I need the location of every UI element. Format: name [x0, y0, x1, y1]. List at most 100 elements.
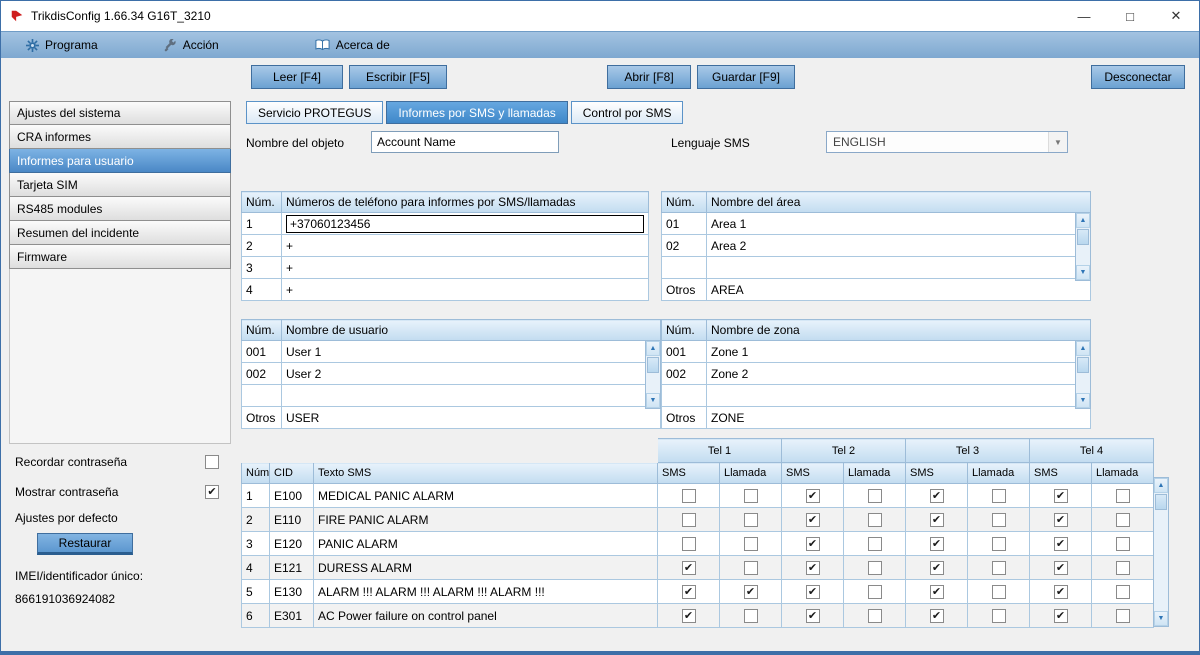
sidebar-item-ajustes-del-sistema[interactable]: Ajustes del sistema [9, 101, 231, 125]
row-value-cell[interactable]: Zone 1 [707, 341, 1091, 363]
checkbox-checked[interactable]: ✔ [806, 561, 820, 575]
restore-button[interactable]: Restaurar [37, 533, 133, 555]
close-icon[interactable]: ✕ [1153, 1, 1199, 31]
scroll-track[interactable] [1076, 228, 1090, 265]
checkbox-unchecked[interactable] [992, 585, 1006, 599]
events-scrollbar[interactable]: ▲ ▼ [1153, 477, 1169, 627]
scroll-up-icon[interactable]: ▲ [646, 341, 660, 356]
users-scrollbar[interactable]: ▲ ▼ [645, 340, 661, 409]
row-value-cell[interactable]: User 2 [282, 363, 661, 385]
maximize-icon[interactable]: □ [1107, 1, 1153, 31]
write-button[interactable]: Escribir [F5] [349, 65, 447, 89]
checkbox-unchecked[interactable] [868, 609, 882, 623]
read-button[interactable]: Leer [F4] [251, 65, 343, 89]
checkbox-unchecked[interactable] [868, 537, 882, 551]
scroll-track[interactable] [1154, 493, 1168, 611]
row-value-cell[interactable]: + [282, 279, 649, 301]
remember-password-checkbox[interactable] [205, 455, 219, 469]
menu-programa[interactable]: Programa [13, 32, 111, 58]
checkbox-unchecked[interactable] [744, 537, 758, 551]
event-text-cell[interactable]: DURESS ALARM [314, 556, 658, 580]
checkbox-checked[interactable]: ✔ [744, 585, 758, 599]
event-text-cell[interactable]: MEDICAL PANIC ALARM [314, 484, 658, 508]
checkbox-unchecked[interactable] [992, 489, 1006, 503]
scroll-up-icon[interactable]: ▲ [1076, 341, 1090, 356]
scroll-thumb[interactable] [1077, 229, 1089, 245]
checkbox-checked[interactable]: ✔ [682, 585, 696, 599]
checkbox-checked[interactable]: ✔ [682, 609, 696, 623]
checkbox-unchecked[interactable] [992, 609, 1006, 623]
scroll-track[interactable] [646, 356, 660, 393]
areas-other-value[interactable]: AREA [707, 279, 1091, 301]
tab-control-por-sms[interactable]: Control por SMS [571, 101, 684, 124]
checkbox-checked[interactable]: ✔ [682, 561, 696, 575]
tab-servicio-protegus[interactable]: Servicio PROTEGUS [246, 101, 383, 124]
checkbox-unchecked[interactable] [744, 561, 758, 575]
menu-accion[interactable]: Acción [151, 32, 232, 58]
row-value-cell[interactable] [707, 385, 1091, 407]
object-name-input[interactable]: Account Name [371, 131, 559, 153]
scroll-thumb[interactable] [647, 357, 659, 373]
checkbox-unchecked[interactable] [744, 489, 758, 503]
checkbox-checked[interactable]: ✔ [1054, 513, 1068, 527]
row-value-cell[interactable]: Area 1 [707, 213, 1091, 235]
checkbox-unchecked[interactable] [868, 585, 882, 599]
checkbox-unchecked[interactable] [1116, 561, 1130, 575]
phone-number-input[interactable]: +37060123456 [286, 215, 644, 233]
event-text-cell[interactable]: ALARM !!! ALARM !!! ALARM !!! ALARM !!! [314, 580, 658, 604]
row-value-cell[interactable]: User 1 [282, 341, 661, 363]
event-text-cell[interactable]: AC Power failure on control panel [314, 604, 658, 628]
checkbox-unchecked[interactable] [1116, 585, 1130, 599]
checkbox-unchecked[interactable] [744, 609, 758, 623]
checkbox-checked[interactable]: ✔ [930, 489, 944, 503]
users-other-value[interactable]: USER [282, 407, 661, 429]
row-value-cell[interactable]: + [282, 235, 649, 257]
event-text-cell[interactable]: FIRE PANIC ALARM [314, 508, 658, 532]
open-button[interactable]: Abrir [F8] [607, 65, 691, 89]
checkbox-checked[interactable]: ✔ [1054, 561, 1068, 575]
checkbox-checked[interactable]: ✔ [1054, 489, 1068, 503]
scroll-down-icon[interactable]: ▼ [1076, 393, 1090, 408]
scroll-track[interactable] [1076, 356, 1090, 393]
row-value-cell[interactable]: Area 2 [707, 235, 1091, 257]
row-value-cell[interactable] [707, 257, 1091, 279]
scroll-down-icon[interactable]: ▼ [1076, 265, 1090, 280]
checkbox-checked[interactable]: ✔ [806, 537, 820, 551]
scroll-thumb[interactable] [1155, 494, 1167, 510]
checkbox-unchecked[interactable] [1116, 513, 1130, 527]
event-text-cell[interactable]: PANIC ALARM [314, 532, 658, 556]
checkbox-unchecked[interactable] [682, 537, 696, 551]
checkbox-checked[interactable]: ✔ [930, 561, 944, 575]
show-password-checkbox[interactable]: ✔ [205, 485, 219, 499]
scroll-down-icon[interactable]: ▼ [1154, 611, 1168, 626]
menu-acerca-de[interactable]: Acerca de [302, 32, 403, 58]
checkbox-unchecked[interactable] [992, 513, 1006, 527]
checkbox-unchecked[interactable] [1116, 609, 1130, 623]
checkbox-unchecked[interactable] [1116, 489, 1130, 503]
row-value-cell[interactable]: Zone 2 [707, 363, 1091, 385]
sidebar-item-cra-informes[interactable]: CRA informes [9, 125, 231, 149]
checkbox-checked[interactable]: ✔ [806, 489, 820, 503]
sidebar-item-firmware[interactable]: Firmware [9, 245, 231, 269]
checkbox-unchecked[interactable] [744, 513, 758, 527]
scroll-down-icon[interactable]: ▼ [646, 393, 660, 408]
disconnect-button[interactable]: Desconectar [1091, 65, 1185, 89]
sidebar-item-tarjeta-sim[interactable]: Tarjeta SIM [9, 173, 231, 197]
checkbox-checked[interactable]: ✔ [930, 609, 944, 623]
checkbox-checked[interactable]: ✔ [806, 513, 820, 527]
checkbox-unchecked[interactable] [682, 489, 696, 503]
checkbox-unchecked[interactable] [868, 513, 882, 527]
checkbox-unchecked[interactable] [682, 513, 696, 527]
zones-other-value[interactable]: ZONE [707, 407, 1091, 429]
tab-informes-por-sms-y-llamadas[interactable]: Informes por SMS y llamadas [386, 101, 567, 124]
areas-scrollbar[interactable]: ▲ ▼ [1075, 212, 1091, 281]
row-value-cell[interactable]: +37060123456 [282, 213, 649, 235]
row-value-cell[interactable] [282, 385, 661, 407]
sidebar-item-resumen-del-incidente[interactable]: Resumen del incidente [9, 221, 231, 245]
checkbox-checked[interactable]: ✔ [930, 537, 944, 551]
sms-language-select[interactable]: ENGLISH ▼ [826, 131, 1068, 153]
checkbox-checked[interactable]: ✔ [1054, 585, 1068, 599]
checkbox-checked[interactable]: ✔ [1054, 609, 1068, 623]
checkbox-unchecked[interactable] [992, 561, 1006, 575]
checkbox-checked[interactable]: ✔ [806, 585, 820, 599]
